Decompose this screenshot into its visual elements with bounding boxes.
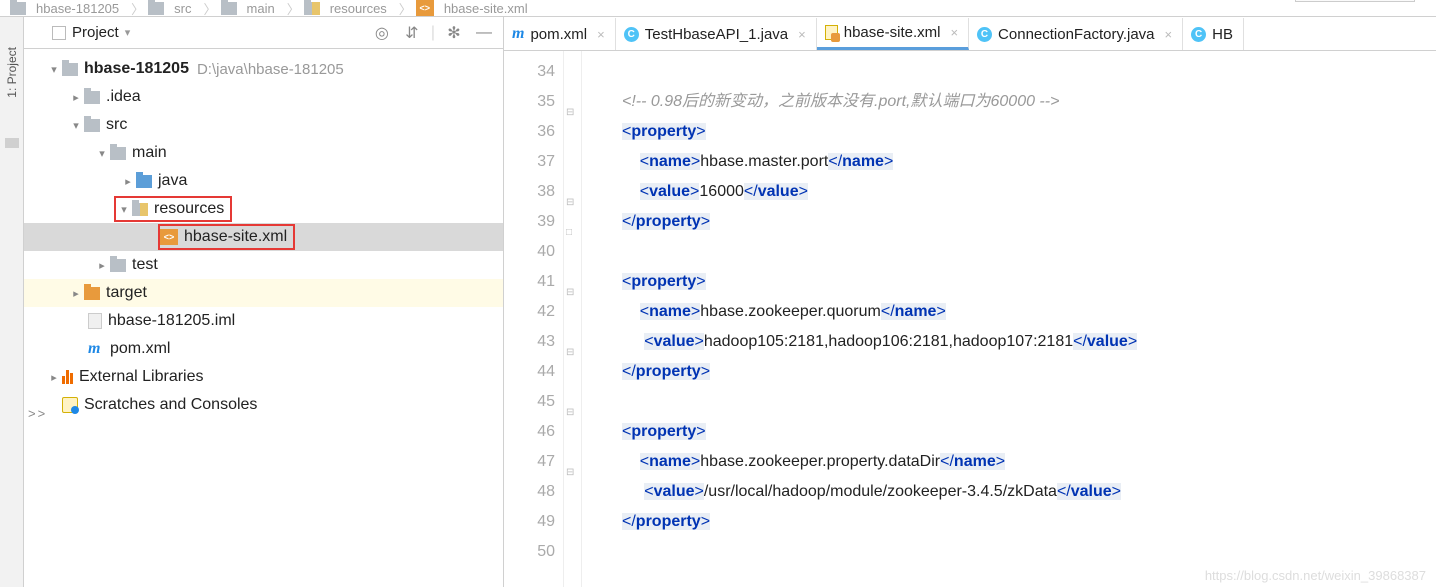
tab-hbase-site-xml[interactable]: hbase-site.xml× — [817, 18, 969, 50]
java-class-icon: C — [624, 27, 639, 42]
crumb-file[interactable]: <>hbase-site.xml — [416, 0, 528, 16]
tree-hbase-site-xml[interactable]: <>hbase-site.xml — [24, 223, 503, 251]
close-icon[interactable]: × — [1165, 27, 1173, 42]
crumb-resources[interactable]: resources — [304, 1, 387, 16]
project-panel: Project ▾ ◎ ⇵ | ✻ — ▾ hbase-181205 D:\ja… — [24, 17, 504, 587]
project-tree: ▾ hbase-181205 D:\java\hbase-181205 ▸ .i… — [24, 49, 503, 587]
gear-icon[interactable]: ✻ — [443, 22, 465, 44]
tree-main[interactable]: ▾ main — [24, 139, 503, 167]
tree-target[interactable]: ▸ target — [24, 279, 503, 307]
crumb-main[interactable]: main — [221, 1, 275, 16]
tab-hb-overflow[interactable]: CHB — [1183, 18, 1244, 50]
fold-gutter: ⊟ ⊟ □ ⊟ ⊟ ⊟ ⊟ — [564, 51, 582, 587]
line-gutter: 3435363738394041424344454647484950 — [504, 51, 564, 587]
editor-area: mpom.xml× CTestHbaseAPI_1.java× hbase-si… — [504, 17, 1436, 587]
tree-external-libs[interactable]: ▸ External Libraries — [24, 363, 503, 391]
crumb-project[interactable]: hbase-181205 — [10, 1, 119, 16]
libraries-icon — [62, 370, 73, 384]
xml-sheet-icon — [825, 25, 838, 40]
project-view-icon — [52, 26, 66, 40]
collapse-all-icon[interactable]: ⇵ — [401, 22, 423, 44]
tab-connection-factory[interactable]: CConnectionFactory.java× — [969, 18, 1183, 50]
iml-file-icon — [88, 313, 102, 329]
watermark-text: https://blog.csdn.net/weixin_39868387 — [1205, 568, 1426, 583]
xml-file-icon: <> — [160, 229, 178, 245]
panel-title: Project — [72, 24, 119, 41]
tree-pom[interactable]: mpom.xml — [24, 335, 503, 363]
locate-icon[interactable]: ◎ — [371, 22, 393, 44]
collapse-arrows-icon[interactable]: >> — [28, 406, 47, 421]
close-icon[interactable]: × — [597, 27, 605, 42]
tree-root[interactable]: ▾ hbase-181205 D:\java\hbase-181205 — [24, 55, 503, 83]
tree-java[interactable]: ▸ java — [24, 167, 503, 195]
crumb-src[interactable]: src — [148, 1, 191, 16]
tree-idea[interactable]: ▸ .idea — [24, 83, 503, 111]
maven-file-icon: m — [512, 25, 524, 43]
editor-body: 3435363738394041424344454647484950 ⊟ ⊟ □… — [504, 51, 1436, 587]
tree-scratches[interactable]: Scratches and Consoles — [24, 391, 503, 419]
rail-project-label[interactable]: 1: Project — [5, 47, 19, 98]
editor-tabs: mpom.xml× CTestHbaseAPI_1.java× hbase-si… — [504, 17, 1436, 51]
tree-src[interactable]: ▾ src — [24, 111, 503, 139]
tab-test-hbase-api[interactable]: CTestHbaseAPI_1.java× — [616, 18, 817, 50]
tab-pom-xml[interactable]: mpom.xml× — [504, 18, 616, 50]
java-class-icon: C — [977, 27, 992, 42]
panel-dropdown-icon[interactable]: ▾ — [125, 26, 131, 39]
code-text[interactable]: <!-- 0.98后的新变动，之前版本没有.port,默认端口为60000 --… — [582, 51, 1436, 587]
rail-structure-icon[interactable] — [5, 138, 19, 148]
tree-test[interactable]: ▸ test — [24, 251, 503, 279]
close-icon[interactable]: × — [950, 25, 958, 40]
project-panel-header: Project ▾ ◎ ⇵ | ✻ — — [24, 17, 503, 49]
scratches-icon — [62, 397, 78, 413]
left-tool-rail: 1: Project — [0, 17, 24, 587]
tree-resources[interactable]: ▾resources — [24, 195, 503, 223]
tree-iml[interactable]: hbase-181205.iml — [24, 307, 503, 335]
close-icon[interactable]: × — [798, 27, 806, 42]
hide-panel-icon[interactable]: — — [473, 22, 495, 44]
run-config-dropdown[interactable]: TestHbaseAPI_1▾ — [1295, 0, 1415, 2]
java-class-icon: C — [1191, 27, 1206, 42]
maven-file-icon: m — [88, 341, 104, 357]
breadcrumb-bar: hbase-181205〉 src〉 main〉 resources〉 <>hb… — [0, 0, 1436, 17]
